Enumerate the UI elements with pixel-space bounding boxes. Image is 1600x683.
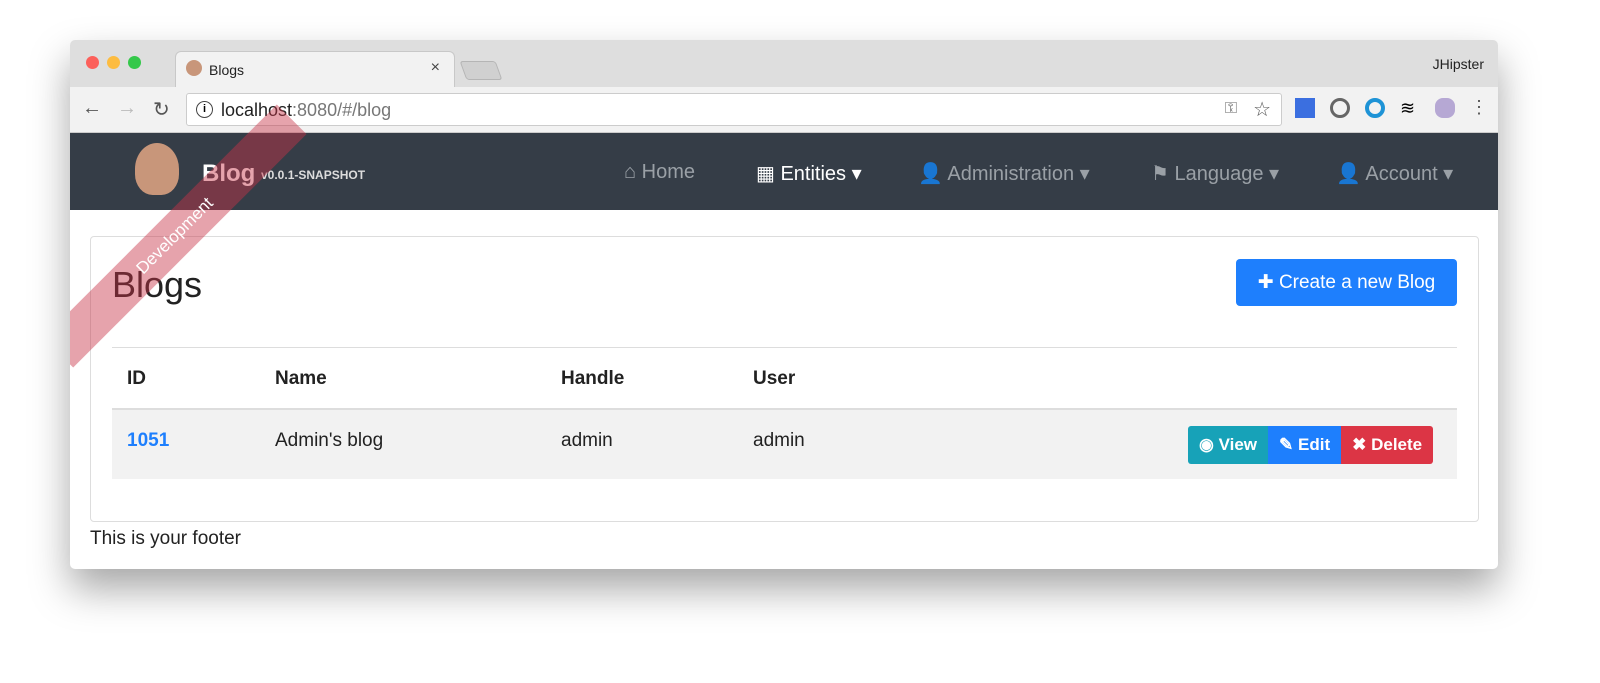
pencil-icon: ✎: [1279, 435, 1294, 454]
footer: This is your footer: [90, 528, 241, 549]
new-tab-button[interactable]: [459, 61, 503, 80]
flag-icon: ⚑: [1151, 163, 1169, 185]
forward-icon[interactable]: →: [117, 97, 137, 120]
key-icon[interactable]: ⚿: [1225, 100, 1237, 118]
times-icon: ✖: [1352, 435, 1367, 454]
minimize-window-button[interactable]: [107, 56, 120, 69]
blog-id-link[interactable]: 1051: [127, 430, 169, 452]
plus-icon: ✚: [1257, 272, 1274, 293]
column-id[interactable]: ID: [127, 368, 146, 390]
content-card: Blogs ✚ Create a new Blog ID Name Handle…: [90, 236, 1479, 522]
table-header: ID Name Handle User: [112, 348, 1457, 410]
row-actions: ◉ View ✎ Edit ✖ Delete: [1188, 426, 1434, 464]
profile-name[interactable]: JHipster: [1433, 56, 1484, 72]
favicon-icon: [186, 60, 202, 76]
buffer-extension-icon[interactable]: ≋: [1400, 98, 1420, 118]
user-plus-icon: 👤: [918, 163, 943, 185]
table-row: 1051 Admin's blog admin admin ◉ View ✎ E…: [112, 410, 1457, 479]
octocat-extension-icon[interactable]: [1435, 98, 1455, 118]
delete-button[interactable]: ✖ Delete: [1341, 426, 1434, 464]
close-window-button[interactable]: [86, 56, 99, 69]
url-path: :8080/#/blog: [292, 100, 392, 120]
column-user[interactable]: User: [753, 368, 795, 390]
lighthouse-extension-icon[interactable]: [1295, 98, 1315, 118]
column-handle[interactable]: Handle: [561, 368, 624, 390]
nav-home[interactable]: ⌂ Home: [624, 161, 695, 184]
view-button[interactable]: ◉ View: [1188, 426, 1269, 464]
version-label: v0.0.1-SNAPSHOT: [261, 168, 366, 182]
table-icon: ▦: [756, 163, 775, 185]
tab-title: Blogs: [209, 62, 245, 78]
nav-language[interactable]: ⚑ Language ▾: [1151, 161, 1279, 186]
jhipster-logo[interactable]: [135, 143, 179, 195]
eye-icon: ◉: [1199, 435, 1214, 454]
tab-bar: Blogs × JHipster: [70, 40, 1498, 87]
back-icon[interactable]: ←: [82, 97, 102, 120]
menu-icon[interactable]: ⋮: [1470, 97, 1488, 118]
reload-icon[interactable]: ↻: [153, 97, 170, 122]
browser-window: Blogs × JHipster ← → ↻ i localhost:8080/…: [70, 40, 1498, 569]
nav-entities[interactable]: ▦ Entities ▾: [756, 161, 862, 186]
privacy-extension-icon[interactable]: [1330, 98, 1350, 118]
browser-tab[interactable]: Blogs ×: [175, 51, 455, 87]
nav-account[interactable]: 👤 Account ▾: [1336, 161, 1453, 186]
star-icon[interactable]: ☆: [1253, 97, 1271, 122]
blog-user: admin: [753, 430, 805, 451]
maximize-window-button[interactable]: [128, 56, 141, 69]
url-input[interactable]: i localhost:8080/#/blog ⚿ ☆: [186, 93, 1282, 126]
home-icon: ⌂: [624, 161, 637, 183]
blog-handle: admin: [561, 430, 613, 451]
create-blog-button[interactable]: ✚ Create a new Blog: [1236, 259, 1457, 306]
circle-extension-icon[interactable]: [1365, 98, 1385, 118]
blog-name: Admin's blog: [275, 430, 384, 451]
column-name[interactable]: Name: [275, 368, 327, 390]
edit-button[interactable]: ✎ Edit: [1268, 426, 1342, 464]
nav-administration[interactable]: 👤 Administration ▾: [918, 161, 1090, 186]
info-icon[interactable]: i: [196, 101, 213, 118]
user-icon: 👤: [1336, 163, 1361, 185]
close-tab-icon[interactable]: ×: [431, 59, 440, 77]
blogs-table: ID Name Handle User 1051 Admin's blog ad…: [112, 347, 1457, 479]
